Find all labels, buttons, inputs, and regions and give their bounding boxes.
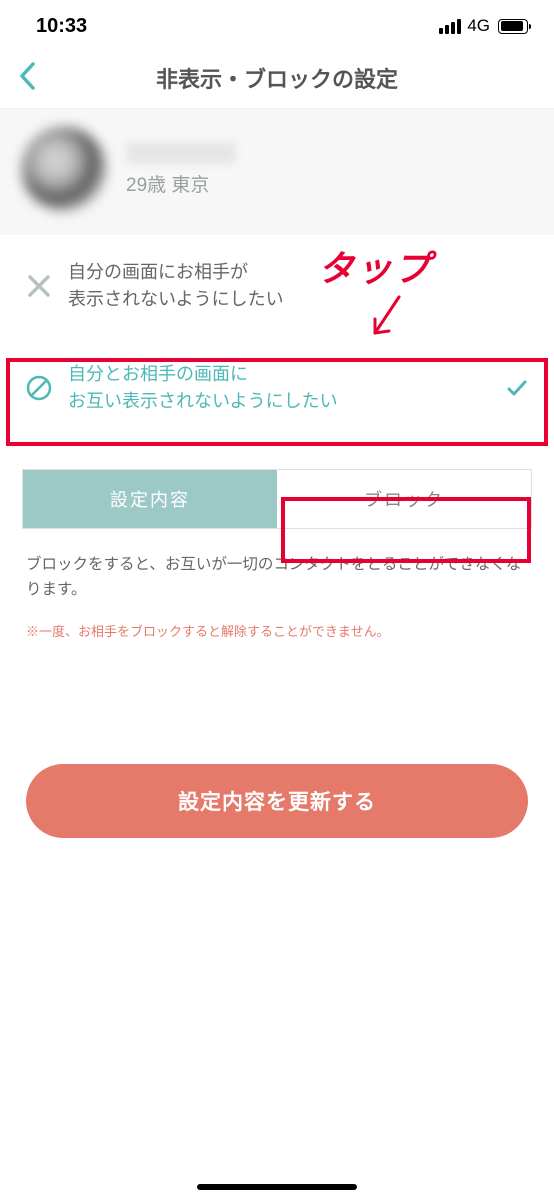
option-hide-self[interactable]: 自分の画面にお相手が 表示されないようにしたい	[0, 235, 554, 337]
profile-name-blurred	[126, 142, 236, 164]
status-time: 10:33	[36, 15, 87, 38]
network-label: 4G	[467, 16, 490, 36]
profile-subtitle: 29歳 東京	[126, 170, 236, 197]
signal-icon	[439, 19, 461, 34]
info-description: ブロックをすると、お互いが一切のコンタクトをとることができなくなります。	[26, 553, 528, 603]
page-title: 非表示・ブロックの設定	[18, 62, 536, 94]
info-block: ブロックをすると、お互いが一切のコンタクトをとることができなくなります。 ※一度…	[0, 529, 554, 664]
header: 非表示・ブロックの設定	[0, 48, 554, 109]
home-indicator[interactable]	[197, 1184, 357, 1190]
status-indicators: 4G	[439, 16, 528, 36]
option-hide-self-label: 自分の画面にお相手が 表示されないようにしたい	[68, 259, 532, 313]
x-icon	[22, 273, 56, 299]
option-hide-both[interactable]: 自分とお相手の画面に お互い表示されないようにしたい	[0, 337, 554, 439]
tab-settings[interactable]: 設定内容	[23, 470, 277, 528]
annotation-tap-label: タップ	[318, 240, 432, 292]
tabs: 設定内容 ブロック	[0, 469, 554, 529]
status-bar: 10:33 4G	[0, 0, 554, 48]
annotation-arrow-icon	[365, 293, 409, 351]
tab-block[interactable]: ブロック	[277, 470, 531, 528]
check-icon	[502, 376, 532, 400]
block-icon	[22, 374, 56, 402]
back-button[interactable]	[18, 61, 36, 96]
option-hide-both-label: 自分とお相手の画面に お互い表示されないようにしたい	[68, 361, 502, 415]
info-warning: ※一度、お相手をブロックすると解除することができません。	[26, 621, 528, 640]
update-button[interactable]: 設定内容を更新する	[26, 764, 528, 838]
chevron-left-icon	[18, 61, 36, 91]
avatar	[22, 127, 106, 211]
battery-icon	[498, 19, 528, 34]
profile-section: 29歳 東京	[0, 109, 554, 235]
